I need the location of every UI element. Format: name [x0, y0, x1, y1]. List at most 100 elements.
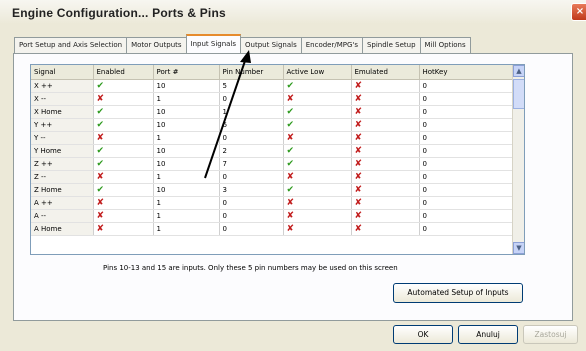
check-icon[interactable]: ✔: [97, 120, 105, 130]
signal-cell[interactable]: A Home: [31, 222, 94, 236]
cross-icon[interactable]: ✘: [355, 198, 363, 208]
enabled-cell[interactable]: ✔: [93, 144, 154, 158]
table-row[interactable]: Z Home ✔ 10 3 ✔ ✘ 0: [31, 183, 518, 197]
automated-setup-button[interactable]: Automated Setup of Inputs: [393, 283, 523, 303]
pin-number-cell[interactable]: 5: [219, 79, 284, 93]
hotkey-cell[interactable]: 0: [419, 222, 518, 236]
table-row[interactable]: A -- ✘ 1 0 ✘ ✘ 0: [31, 209, 518, 223]
cross-icon[interactable]: ✘: [355, 94, 363, 104]
title-bar[interactable]: Engine Configuration... Ports & Pins ×: [0, 0, 586, 24]
enabled-cell[interactable]: ✘: [93, 196, 154, 210]
check-icon[interactable]: ✔: [97, 107, 105, 117]
pin-number-cell[interactable]: 3: [219, 183, 284, 197]
active-low-cell[interactable]: ✔: [283, 79, 352, 93]
cross-icon[interactable]: ✘: [287, 198, 295, 208]
cross-icon[interactable]: ✘: [97, 224, 105, 234]
table-row[interactable]: X ++ ✔ 10 5 ✔ ✘ 0: [31, 79, 518, 93]
column-header-enabled[interactable]: Enabled: [93, 65, 154, 80]
table-row[interactable]: Z ++ ✔ 10 7 ✔ ✘ 0: [31, 157, 518, 171]
hotkey-cell[interactable]: 0: [419, 105, 518, 119]
port-cell[interactable]: 10: [153, 105, 220, 119]
cancel-button[interactable]: Anuluj: [458, 325, 518, 344]
cross-icon[interactable]: ✘: [287, 133, 295, 143]
enabled-cell[interactable]: ✔: [93, 183, 154, 197]
column-header-active-low[interactable]: Active Low: [283, 65, 352, 80]
port-cell[interactable]: 10: [153, 118, 220, 132]
enabled-cell[interactable]: ✘: [93, 170, 154, 184]
column-header-signal[interactable]: Signal: [31, 65, 94, 80]
port-cell[interactable]: 10: [153, 157, 220, 171]
active-low-cell[interactable]: ✘: [283, 170, 352, 184]
enabled-cell[interactable]: ✔: [93, 79, 154, 93]
tab-port-setup-and-axis-selection[interactable]: Port Setup and Axis Selection: [14, 37, 128, 53]
cross-icon[interactable]: ✘: [287, 211, 295, 221]
cross-icon[interactable]: ✘: [97, 94, 105, 104]
port-cell[interactable]: 10: [153, 79, 220, 93]
scroll-down-icon[interactable]: ▼: [513, 242, 524, 254]
cross-icon[interactable]: ✘: [355, 172, 363, 182]
signal-cell[interactable]: A --: [31, 209, 94, 223]
port-cell[interactable]: 1: [153, 131, 220, 145]
emulated-cell[interactable]: ✘: [351, 92, 420, 106]
pin-number-cell[interactable]: 0: [219, 209, 284, 223]
hotkey-cell[interactable]: 0: [419, 92, 518, 106]
cross-icon[interactable]: ✘: [355, 224, 363, 234]
check-icon[interactable]: ✔: [287, 107, 295, 117]
cross-icon[interactable]: ✘: [355, 81, 363, 91]
cross-icon[interactable]: ✘: [355, 133, 363, 143]
check-icon[interactable]: ✔: [287, 185, 295, 195]
vertical-scrollbar[interactable]: ▲ ▼: [512, 65, 524, 254]
pin-number-cell[interactable]: 0: [219, 92, 284, 106]
emulated-cell[interactable]: ✘: [351, 170, 420, 184]
hotkey-cell[interactable]: 0: [419, 196, 518, 210]
port-cell[interactable]: 1: [153, 222, 220, 236]
pin-number-cell[interactable]: 0: [219, 131, 284, 145]
tab-mill-options[interactable]: Mill Options: [419, 37, 471, 53]
emulated-cell[interactable]: ✘: [351, 105, 420, 119]
port-cell[interactable]: 1: [153, 209, 220, 223]
table-row[interactable]: A Home ✘ 1 0 ✘ ✘ 0: [31, 222, 518, 236]
cross-icon[interactable]: ✘: [355, 211, 363, 221]
check-icon[interactable]: ✔: [287, 146, 295, 156]
tab-output-signals[interactable]: Output Signals: [240, 37, 302, 53]
check-icon[interactable]: ✔: [97, 185, 105, 195]
hotkey-cell[interactable]: 0: [419, 183, 518, 197]
pin-number-cell[interactable]: 7: [219, 157, 284, 171]
cross-icon[interactable]: ✘: [287, 94, 295, 104]
signal-cell[interactable]: X --: [31, 92, 94, 106]
column-header-hotkey[interactable]: HotKey: [419, 65, 518, 80]
scroll-thumb[interactable]: [513, 79, 524, 109]
hotkey-cell[interactable]: 0: [419, 209, 518, 223]
port-cell[interactable]: 1: [153, 92, 220, 106]
emulated-cell[interactable]: ✘: [351, 222, 420, 236]
check-icon[interactable]: ✔: [97, 146, 105, 156]
pin-number-cell[interactable]: 0: [219, 196, 284, 210]
active-low-cell[interactable]: ✘: [283, 131, 352, 145]
check-icon[interactable]: ✔: [97, 159, 105, 169]
emulated-cell[interactable]: ✘: [351, 118, 420, 132]
hotkey-cell[interactable]: 0: [419, 157, 518, 171]
cross-icon[interactable]: ✘: [355, 107, 363, 117]
enabled-cell[interactable]: ✘: [93, 92, 154, 106]
signal-cell[interactable]: Z ++: [31, 157, 94, 171]
active-low-cell[interactable]: ✔: [283, 144, 352, 158]
cross-icon[interactable]: ✘: [355, 120, 363, 130]
hotkey-cell[interactable]: 0: [419, 79, 518, 93]
emulated-cell[interactable]: ✘: [351, 131, 420, 145]
signal-cell[interactable]: X Home: [31, 105, 94, 119]
signal-cell[interactable]: X ++: [31, 79, 94, 93]
signal-cell[interactable]: Y Home: [31, 144, 94, 158]
hotkey-cell[interactable]: 0: [419, 118, 518, 132]
signal-cell[interactable]: Y ++: [31, 118, 94, 132]
enabled-cell[interactable]: ✔: [93, 105, 154, 119]
pin-number-cell[interactable]: 6: [219, 118, 284, 132]
table-row[interactable]: X -- ✘ 1 0 ✘ ✘ 0: [31, 92, 518, 106]
enabled-cell[interactable]: ✘: [93, 131, 154, 145]
cross-icon[interactable]: ✘: [287, 172, 295, 182]
enabled-cell[interactable]: ✔: [93, 118, 154, 132]
active-low-cell[interactable]: ✘: [283, 92, 352, 106]
hotkey-cell[interactable]: 0: [419, 144, 518, 158]
cross-icon[interactable]: ✘: [97, 172, 105, 182]
pin-number-cell[interactable]: 0: [219, 222, 284, 236]
enabled-cell[interactable]: ✔: [93, 157, 154, 171]
